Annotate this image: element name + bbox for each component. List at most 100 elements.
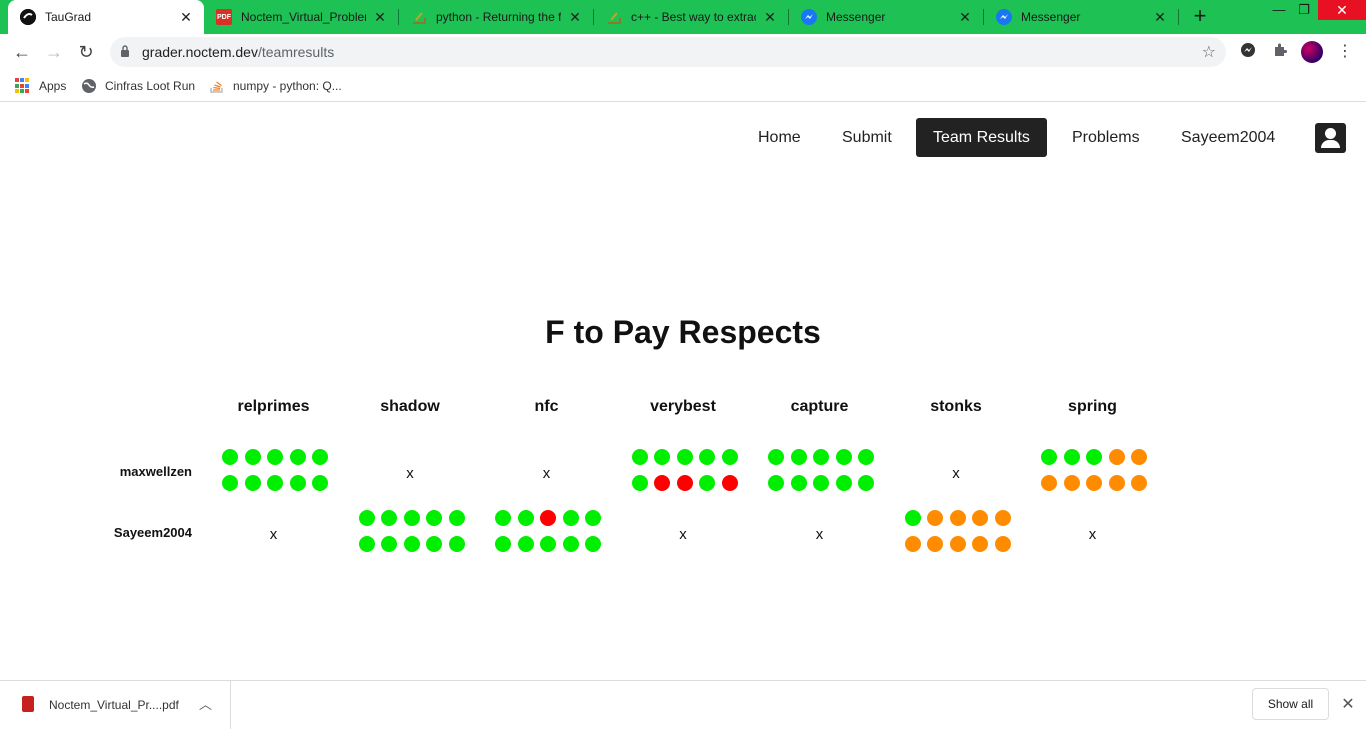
testcase-dot-passed — [244, 475, 261, 491]
messenger-icon — [996, 9, 1012, 25]
testcase-dot-passed — [768, 449, 784, 465]
result-cell: x — [888, 449, 1025, 501]
testcase-dot-untested — [1086, 475, 1103, 491]
restore-icon[interactable]: ❐ — [1289, 0, 1319, 22]
window-close-button[interactable]: ✕ — [1318, 0, 1366, 20]
testcase-dot-passed — [654, 449, 671, 465]
close-icon[interactable]: ✕ — [762, 9, 778, 25]
testcase-dot-passed — [858, 475, 875, 491]
download-item[interactable]: Noctem_Virtual_Pr....pdf ︿ — [0, 681, 231, 729]
chevron-up-icon[interactable]: ︿ — [199, 694, 212, 713]
nav-problems[interactable]: Problems — [1055, 118, 1157, 157]
tab-python-question[interactable]: python - Returning the f ✕ — [399, 0, 593, 34]
testcase-dot-passed — [813, 449, 830, 465]
bookmark-label: numpy - python: Q... — [233, 79, 342, 93]
tab-title: TauGrad — [45, 10, 92, 24]
testcase-dot-untested — [927, 536, 944, 552]
nav-submit[interactable]: Submit — [825, 118, 909, 157]
close-icon[interactable]: ✕ — [178, 9, 194, 25]
testcase-dot-passed — [426, 510, 443, 526]
globe-icon — [82, 79, 96, 93]
more-menu-icon[interactable]: ⋮ — [1336, 41, 1354, 63]
stack-overflow-icon — [210, 81, 223, 93]
show-all-button[interactable]: Show all — [1252, 688, 1329, 720]
testcase-dot-untested — [1108, 475, 1125, 491]
team-name: F to Pay Respects — [545, 314, 821, 350]
site-navbar: Home Submit Team Results Problems Sayeem… — [0, 118, 1366, 158]
testcase-dot-passed — [1086, 449, 1103, 465]
close-icon[interactable]: ✕ — [957, 9, 973, 25]
browser-toolbar: ← → ↻ grader.noctem.dev/teamresults ☆ ⋮ — [0, 34, 1366, 70]
tab-title: c++ - Best way to extract — [631, 10, 756, 24]
testcase-dot-failed — [654, 475, 671, 491]
testcase-dot-passed — [631, 475, 648, 491]
extensions-puzzle-icon[interactable] — [1270, 42, 1290, 62]
testcase-dots — [222, 449, 332, 491]
tab-taugrad[interactable]: TauGrad ✕ — [8, 0, 204, 34]
problem-header: verybest — [650, 398, 716, 415]
testcase-dot-passed — [835, 449, 852, 465]
new-tab-button[interactable]: + — [1188, 5, 1212, 29]
bookmark-apps[interactable]: Apps — [15, 76, 66, 96]
reload-icon[interactable]: ↻ — [74, 40, 98, 64]
testcase-dots — [631, 449, 742, 491]
testcase-dot-passed — [1063, 449, 1080, 465]
result-cell: x — [478, 449, 615, 501]
nav-team-results[interactable]: Team Results — [916, 118, 1047, 157]
no-submission-mark: x — [815, 526, 824, 543]
close-icon[interactable]: ✕ — [372, 9, 388, 25]
no-submission-mark: x — [952, 465, 960, 482]
bookmark-star-icon[interactable]: ☆ — [1202, 42, 1216, 62]
stack-exchange-icon — [606, 9, 622, 25]
testcase-dot-passed — [222, 449, 238, 465]
no-submission-mark: x — [542, 465, 551, 482]
testcase-dot-passed — [562, 536, 579, 552]
profile-avatar[interactable] — [1301, 41, 1323, 63]
testcase-dot-passed — [358, 510, 375, 526]
tab-messenger-1[interactable]: Messenger ✕ — [789, 0, 983, 34]
member-name: maxwellzen — [119, 464, 192, 479]
testcase-dot-untested — [1131, 475, 1148, 491]
tab-messenger-2[interactable]: Messenger ✕ — [984, 0, 1178, 34]
testcase-dot-failed — [721, 475, 738, 491]
forward-arrow-icon[interactable]: → — [42, 40, 66, 64]
close-icon[interactable]: ✕ — [567, 9, 583, 25]
account-icon[interactable] — [1315, 123, 1346, 153]
result-cell — [888, 510, 1025, 562]
testcase-dot-passed — [790, 449, 807, 465]
tab-title: Messenger — [826, 10, 886, 24]
tab-title: Noctem_Virtual_Problems — [241, 10, 366, 24]
result-cell — [478, 510, 615, 562]
back-arrow-icon[interactable]: ← — [10, 40, 34, 64]
nav-home[interactable]: Home — [741, 118, 818, 157]
close-icon[interactable]: ✕ — [1339, 694, 1357, 714]
bookmark-cinfras[interactable]: Cinfras Loot Run — [81, 76, 195, 96]
testcase-dot-passed — [790, 475, 807, 491]
testcase-dot-passed — [381, 536, 398, 552]
testcase-dot-passed — [289, 449, 306, 465]
testcase-dot-untested — [1041, 475, 1057, 491]
testcase-dot-passed — [381, 510, 398, 526]
testcase-dot-passed — [904, 510, 921, 526]
testcase-dot-passed — [517, 536, 534, 552]
testcase-dot-failed — [540, 510, 557, 526]
testcase-dot-passed — [858, 449, 875, 465]
address-bar[interactable]: grader.noctem.dev/teamresults ☆ — [110, 37, 1226, 67]
testcase-dot-passed — [699, 475, 716, 491]
testcase-dot-passed — [768, 475, 784, 491]
testcase-dot-untested — [994, 510, 1011, 526]
tab-cpp-question[interactable]: c++ - Best way to extract ✕ — [594, 0, 788, 34]
nav-user[interactable]: Sayeem2004 — [1164, 118, 1292, 157]
testcase-dot-passed — [562, 510, 579, 526]
testcase-dots — [1041, 449, 1151, 491]
bookmark-numpy[interactable]: numpy - python: Q... — [209, 76, 342, 96]
no-submission-mark: x — [269, 526, 278, 543]
messenger-extension-icon[interactable] — [1238, 42, 1258, 62]
testcase-dot-passed — [699, 449, 716, 465]
problem-header: nfc — [534, 398, 559, 415]
tab-noctem-pdf[interactable]: PDF Noctem_Virtual_Problems ✕ — [204, 0, 398, 34]
testcase-dot-passed — [222, 475, 238, 491]
close-icon[interactable]: ✕ — [1152, 9, 1168, 25]
url-host: grader.noctem.dev — [142, 44, 258, 60]
problem-header: stonks — [930, 398, 982, 415]
